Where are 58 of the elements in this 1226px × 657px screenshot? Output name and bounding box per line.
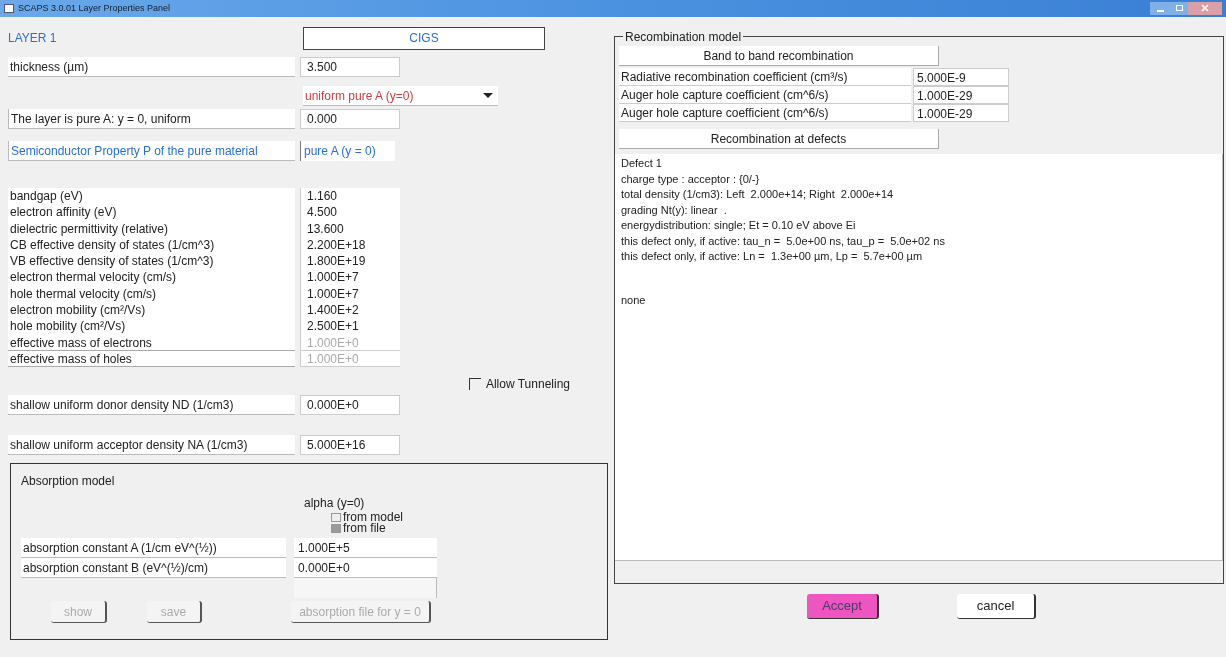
input-field[interactable]: 1.000E+5 (294, 538, 437, 559)
input-field[interactable]: 1.800E+19 (300, 253, 400, 270)
input-field[interactable]: 1.400E+2 (300, 302, 400, 319)
field-label: Auger hole capture coefficient (cm^6/s) (619, 86, 911, 104)
field-label: Radiative recombination coefficient (cm³/s) (619, 68, 911, 86)
source-option[interactable]: from model (331, 512, 607, 524)
input-field[interactable]: 2.500E+1 (300, 318, 400, 335)
window-title: SCAPS 3.0.01 Layer Properties Panel (18, 1, 171, 15)
defect-line: charge type : acceptor : {0/-} (621, 171, 761, 187)
input-field[interactable]: 1.000E+7 (300, 269, 400, 286)
field-label: thickness (µm) (8, 57, 295, 77)
defect-line: none (621, 292, 647, 308)
defect-line: Defect 1 (621, 156, 663, 171)
grading-dropdown[interactable]: uniform pure A (y=0) (303, 86, 498, 106)
field-label: shallow uniform acceptor density NA (1/cm3) (8, 435, 295, 456)
input-field[interactable]: 5.000E+16 (300, 435, 400, 456)
composition-label: pure A (y = 0) (300, 141, 395, 161)
maximize-icon[interactable] (1170, 1, 1188, 15)
field-label: Semiconductor Property P of the pure material (8, 141, 295, 161)
minimize-icon[interactable] (1150, 1, 1170, 15)
defect-line: grading Nt(y): linear . (621, 202, 728, 218)
close-icon[interactable] (1188, 1, 1222, 15)
alpha-label: alpha (y=0) (304, 495, 366, 512)
field-label: bandgap (eV) (8, 188, 295, 205)
input-field[interactable]: 0.000E+0 (300, 395, 400, 416)
defect-line: this defect only, if active: Ln = 1.3e+00 µm, Lp = 5.7e+00 µm (621, 249, 924, 264)
field-label: absorption constant A (1/cm eV^(½)) (21, 538, 286, 559)
input-field[interactable]: 1.000E-29 (913, 86, 1009, 104)
input-field[interactable]: 4.500 (300, 204, 400, 221)
tunneling-checkbox[interactable]: Allow Tunneling (468, 375, 570, 394)
field-label: electron affinity (eV) (8, 204, 295, 221)
input-field[interactable]: 0.000E+0 (294, 558, 437, 579)
layer-label: LAYER 1 (8, 30, 58, 47)
field-label: electron thermal velocity (cm/s) (8, 269, 295, 286)
section-header: Band to band recombination (619, 46, 939, 66)
field-label: The layer is pure A: y = 0, uniform (8, 109, 295, 129)
panel-title: Absorption model (21, 473, 116, 491)
defect-line: energydistribution: single; Et = 0.10 eV above Ei (621, 218, 857, 233)
field-label: hole mobility (cm²/Vs) (8, 318, 295, 335)
field-label: absorption constant B (eV^(½)/cm) (21, 558, 286, 579)
defect-line: total density (1/cm3): Left 2.000e+14; Right 2.000e+14 (621, 187, 895, 202)
source-option[interactable]: from file (331, 523, 607, 535)
input-field[interactable]: 1.000E-29 (913, 104, 1009, 122)
input-field[interactable]: 1.160 (300, 188, 400, 205)
defect-line: this defect only, if active: tau_n = 5.0e+00 ns, tau_p = 5.0e+02 ns (621, 233, 946, 249)
cancel-button[interactable]: cancel (957, 594, 1036, 619)
field-label: electron mobility (cm²/Vs) (8, 302, 295, 319)
field-label: shallow uniform donor density ND (1/cm3) (8, 395, 295, 416)
input-field[interactable]: 3.500 (300, 57, 400, 77)
layer-name-field[interactable]: CIGS (303, 26, 545, 50)
caret-icon (483, 93, 493, 98)
app-icon (4, 4, 14, 13)
input-field[interactable] (294, 578, 437, 599)
input-field[interactable]: 0.000 (300, 109, 400, 129)
field-label: VB effective density of states (1/cm^3) (8, 253, 295, 270)
field-label: Auger hole capture coefficient (cm^6/s) (619, 104, 911, 122)
input-field[interactable]: 5.000E-9 (913, 68, 1009, 86)
section-header: Recombination at defects (619, 129, 939, 149)
